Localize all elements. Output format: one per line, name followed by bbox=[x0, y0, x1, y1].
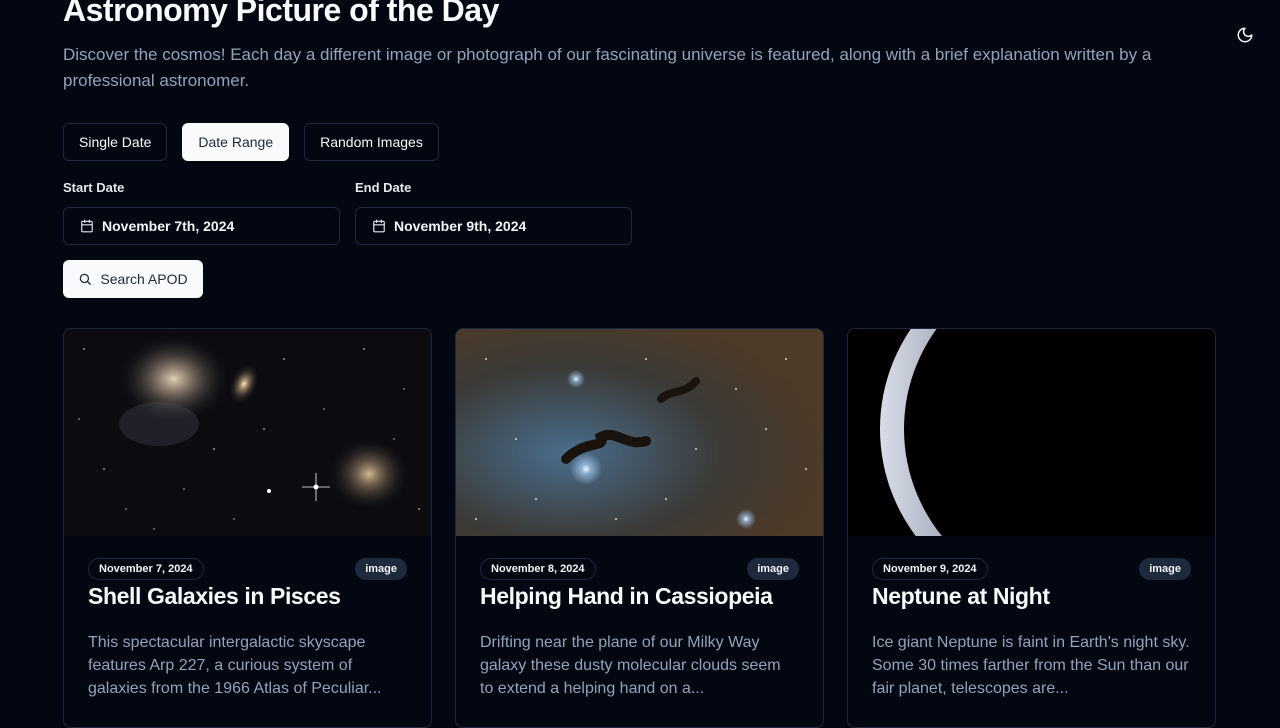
apod-image-shell-galaxies bbox=[64, 329, 431, 536]
calendar-icon bbox=[373, 219, 385, 233]
start-date-picker[interactable]: November 7th, 2024 bbox=[63, 207, 340, 245]
tab-label: Date Range bbox=[198, 134, 274, 150]
page-subtitle: Discover the cosmos! Each day a differen… bbox=[63, 45, 1152, 90]
card-description: Ice giant Neptune is faint in Earth's ni… bbox=[872, 634, 1190, 697]
date-badge: November 9, 2024 bbox=[872, 558, 988, 580]
apod-card[interactable]: November 9, 2024 image Neptune at Night … bbox=[847, 328, 1216, 728]
tab-label: Random Images bbox=[320, 134, 423, 150]
date-badge: November 8, 2024 bbox=[480, 558, 596, 580]
end-date-picker[interactable]: November 9th, 2024 bbox=[355, 207, 632, 245]
tab-single-date[interactable]: Single Date bbox=[63, 123, 168, 161]
search-button-label: Search APOD bbox=[100, 271, 188, 287]
apod-image-cassiopeia bbox=[456, 329, 823, 536]
apod-page: Astronomy Picture of the Day Discover th… bbox=[0, 0, 1280, 728]
card-description: Drifting near the plane of our Milky Way… bbox=[480, 634, 781, 697]
apod-card[interactable]: November 8, 2024 image Helping Hand in C… bbox=[455, 328, 824, 728]
moon-icon bbox=[1237, 27, 1253, 43]
card-title: Shell Galaxies in Pisces bbox=[88, 583, 341, 609]
calendar-icon bbox=[81, 219, 93, 233]
media-type-badge: image bbox=[355, 558, 407, 580]
theme-toggle-button[interactable] bbox=[1228, 18, 1262, 52]
apod-image-neptune bbox=[848, 329, 1215, 536]
media-type-badge: image bbox=[1139, 558, 1191, 580]
search-apod-button[interactable]: Search APOD bbox=[63, 260, 203, 298]
end-date-label: End Date bbox=[355, 180, 412, 195]
end-date-value: November 9th, 2024 bbox=[394, 218, 527, 234]
page-title: Astronomy Picture of the Day bbox=[63, 0, 499, 28]
apod-card[interactable]: November 7, 2024 image Shell Galaxies in… bbox=[63, 328, 432, 728]
card-title: Helping Hand in Cassiopeia bbox=[480, 583, 773, 609]
card-title: Neptune at Night bbox=[872, 583, 1050, 609]
tab-random-images[interactable]: Random Images bbox=[304, 123, 439, 161]
start-date-label: Start Date bbox=[63, 180, 125, 195]
card-description: This spectacular intergalactic skyscape … bbox=[88, 634, 382, 697]
date-badge: November 7, 2024 bbox=[88, 558, 204, 580]
tab-label: Single Date bbox=[79, 134, 152, 150]
search-icon bbox=[80, 273, 92, 285]
start-date-value: November 7th, 2024 bbox=[102, 218, 235, 234]
mode-tabs: Single Date Date Range Random Images bbox=[63, 123, 439, 161]
media-type-badge: image bbox=[747, 558, 799, 580]
tab-date-range[interactable]: Date Range bbox=[182, 123, 290, 161]
